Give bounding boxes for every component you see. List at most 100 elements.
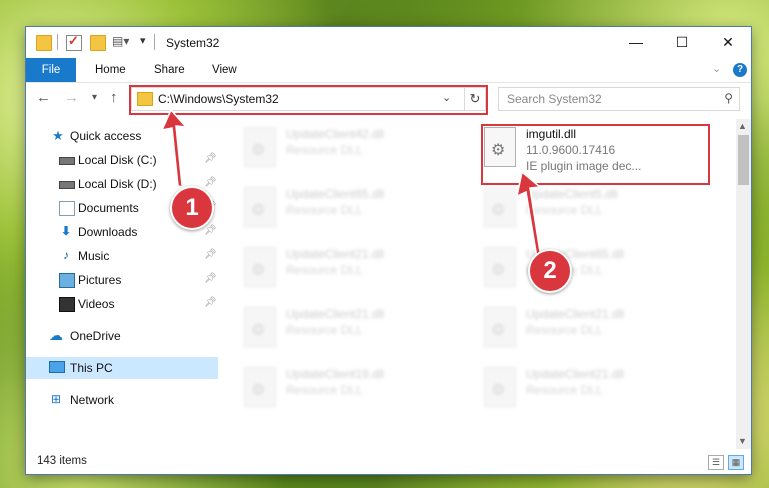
sidebar-item-network[interactable]: ⊞ Network xyxy=(26,389,218,411)
sidebar-item-pictures[interactable]: Pictures 📌︎ xyxy=(26,269,218,291)
file-type: Resource DLL xyxy=(286,383,363,397)
tab-home[interactable]: Home xyxy=(95,58,126,82)
file-tile[interactable]: UpdateClient21.dll Resource DLL xyxy=(476,363,706,413)
pin-icon[interactable]: 📌︎ xyxy=(204,249,217,260)
dll-file-icon xyxy=(484,367,516,407)
file-name: UpdateClient19.dll xyxy=(286,367,385,381)
search-placeholder: Search System32 xyxy=(507,92,602,106)
title-bar: ▤▾ ▾ System32 — ☐ ✕ xyxy=(26,27,751,58)
help-icon[interactable]: ? xyxy=(733,63,747,77)
forward-arrow-icon[interactable]: → xyxy=(64,89,79,106)
separator xyxy=(154,34,155,50)
disk-icon xyxy=(59,157,75,165)
step-1-badge: 1 xyxy=(170,186,214,230)
file-type: Resource DLL xyxy=(526,383,603,397)
dll-file-icon xyxy=(484,307,516,347)
sidebar-item-videos[interactable]: Videos 📌︎ xyxy=(26,293,218,315)
sidebar-item-label: Local Disk (D:) xyxy=(78,177,157,191)
properties-icon[interactable] xyxy=(66,33,82,51)
network-icon: ⊞ xyxy=(50,392,62,406)
sidebar-item-onedrive[interactable]: ☁ OneDrive xyxy=(26,325,218,347)
music-icon: ♪ xyxy=(63,248,69,262)
folder-icon xyxy=(36,35,52,51)
file-type: Resource DLL xyxy=(526,323,603,337)
pin-icon[interactable]: 📌︎ xyxy=(204,153,217,164)
file-type: Resource DLL xyxy=(286,323,363,337)
pin-icon[interactable]: 📌︎ xyxy=(204,273,217,284)
pin-icon[interactable]: 📌︎ xyxy=(204,297,217,308)
file-name: UpdateClient5.dll xyxy=(526,187,618,201)
sidebar-item-label: Pictures xyxy=(78,273,122,287)
file-tile[interactable]: UpdateClient5.dll Resource DLL xyxy=(476,183,706,233)
sidebar-item-music[interactable]: ♪ Music 📌︎ xyxy=(26,245,218,267)
close-button[interactable]: ✕ xyxy=(705,27,751,57)
expand-ribbon-icon[interactable]: ⌄ xyxy=(712,62,721,75)
tab-file[interactable]: File xyxy=(26,58,76,82)
sidebar-item-label: Videos xyxy=(78,297,115,311)
videos-icon xyxy=(59,297,75,312)
vertical-scrollbar[interactable]: ▲ ▼ xyxy=(736,119,751,449)
ribbon: File Home Share View ⌄ ? xyxy=(26,58,751,83)
search-input[interactable]: Search System32 ⚲ xyxy=(498,87,740,111)
window-title: System32 xyxy=(166,36,220,50)
minimize-button[interactable]: — xyxy=(613,27,659,57)
sidebar-item-local-disk-c[interactable]: Local Disk (C:) 📌︎ xyxy=(26,149,218,171)
sidebar-item-quick-access[interactable]: ★ Quick access xyxy=(26,125,218,147)
sidebar-item-label: Downloads xyxy=(78,225,138,239)
file-tile[interactable]: UpdateClient65.dll Resource DLL xyxy=(236,183,466,233)
separator xyxy=(57,34,58,50)
pin-icon[interactable]: 📌︎ xyxy=(204,177,217,188)
sidebar-item-label: Quick access xyxy=(70,129,142,143)
customize-toolbar-icon[interactable]: ▤▾ xyxy=(112,34,129,48)
details-view-icon[interactable]: ☰ xyxy=(708,455,724,470)
file-type: Resource DLL xyxy=(526,203,603,217)
file-name: UpdateClient65.dll xyxy=(286,187,385,201)
dll-file-icon xyxy=(484,247,516,287)
dll-file-icon xyxy=(244,127,276,167)
new-folder-icon[interactable] xyxy=(90,35,106,51)
file-tile[interactable]: UpdateClient21.dll Resource DLL xyxy=(476,303,706,353)
file-tile[interactable]: UpdateClient21.dll Resource DLL xyxy=(236,303,466,353)
file-type: Resource DLL xyxy=(286,263,363,277)
file-name: UpdateClient21.dll xyxy=(286,307,385,321)
quick-access-dropdown-icon[interactable]: ▾ xyxy=(140,34,146,47)
navigation-pane: ★ Quick access Local Disk (C:) 📌︎ Local … xyxy=(26,119,218,439)
star-icon: ★ xyxy=(52,128,64,143)
disk-icon xyxy=(59,181,75,189)
maximize-button[interactable]: ☐ xyxy=(659,27,705,57)
sidebar-item-label: OneDrive xyxy=(70,329,121,343)
documents-icon xyxy=(59,201,75,216)
computer-icon xyxy=(49,361,65,373)
file-name: UpdateClient42.dll xyxy=(286,127,385,141)
file-tile[interactable]: UpdateClient42.dll Resource DLL xyxy=(236,123,466,173)
file-name: UpdateClient21.dll xyxy=(286,247,385,261)
file-tile[interactable]: UpdateClient19.dll Resource DLL xyxy=(236,363,466,413)
onedrive-icon: ☁ xyxy=(49,327,63,343)
dll-file-icon xyxy=(244,307,276,347)
sidebar-item-label: Local Disk (C:) xyxy=(78,153,157,167)
pin-icon[interactable]: 📌︎ xyxy=(204,225,217,236)
status-bar: 143 items ☰ ▦ xyxy=(26,451,751,474)
sidebar-item-label: Network xyxy=(70,393,115,407)
back-arrow-icon[interactable]: ← xyxy=(36,89,51,106)
scroll-up-icon[interactable]: ▲ xyxy=(738,121,747,131)
dll-file-icon xyxy=(484,187,516,227)
up-arrow-icon[interactable]: ↑ xyxy=(110,89,118,106)
dll-file-icon xyxy=(244,367,276,407)
search-icon[interactable]: ⚲ xyxy=(724,91,733,105)
scroll-down-icon[interactable]: ▼ xyxy=(738,436,747,446)
sidebar-item-label: This PC xyxy=(70,361,113,375)
file-name: UpdateClient21.dll xyxy=(526,367,625,381)
pictures-icon xyxy=(59,273,75,288)
file-tile[interactable]: UpdateClient21.dll Resource DLL xyxy=(236,243,466,293)
scrollbar-thumb[interactable] xyxy=(738,135,749,185)
large-icons-view-icon[interactable]: ▦ xyxy=(728,455,744,470)
recent-locations-icon[interactable]: ▾ xyxy=(92,92,97,103)
sidebar-item-this-pc[interactable]: This PC xyxy=(26,357,218,379)
file-name: UpdateClient21.dll xyxy=(526,307,625,321)
dll-file-icon xyxy=(244,247,276,287)
tab-view[interactable]: View xyxy=(212,58,237,82)
file-tile[interactable]: UpdateClient65.dll Resource DLL xyxy=(476,243,706,293)
tab-share[interactable]: Share xyxy=(154,58,185,82)
item-count: 143 items xyxy=(37,455,87,467)
